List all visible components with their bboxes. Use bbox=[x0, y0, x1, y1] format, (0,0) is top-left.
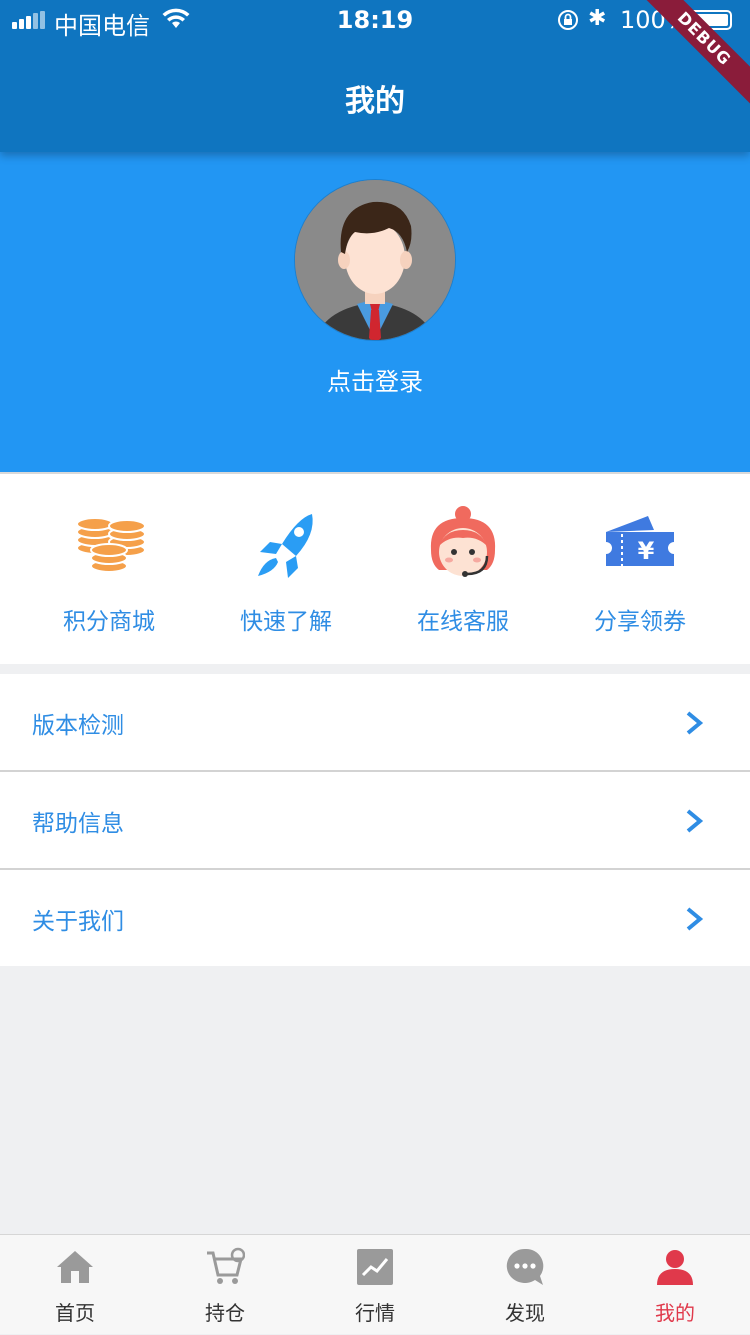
chevron-right-icon bbox=[686, 711, 704, 735]
status-bar: 中国电信 18:19 ✱ 100% bbox=[0, 0, 750, 40]
tab-label: 我的 bbox=[655, 1301, 695, 1325]
quick-action-online-service[interactable]: 在线客服 bbox=[374, 474, 552, 664]
tab-label: 行情 bbox=[355, 1301, 395, 1325]
tab-holdings[interactable]: 持仓 bbox=[150, 1235, 300, 1335]
tab-home[interactable]: 首页 bbox=[0, 1235, 150, 1335]
coupon-icon: ¥ bbox=[606, 516, 674, 566]
page-title: 我的 bbox=[345, 84, 405, 119]
list-item-label: 版本检测 bbox=[32, 713, 124, 739]
quick-action-label: 快速了解 bbox=[240, 609, 332, 635]
quick-actions: 积分商城 快速了解 在线客服 ¥ 分享领券 bbox=[0, 472, 750, 664]
home-icon bbox=[57, 1251, 93, 1283]
customer-service-icon bbox=[430, 506, 496, 577]
svg-text:¥: ¥ bbox=[638, 537, 655, 565]
bottom-tab-bar: 首页 持仓 行情 发现 我的 bbox=[0, 1234, 750, 1334]
user-icon bbox=[657, 1250, 693, 1285]
profile-header: 点击登录 bbox=[0, 152, 750, 472]
tab-market[interactable]: 行情 bbox=[300, 1235, 450, 1335]
quick-action-quick-start[interactable]: 快速了解 bbox=[197, 474, 375, 664]
list-item-about-us[interactable]: 关于我们 bbox=[0, 870, 750, 966]
list-item-help[interactable]: 帮助信息 bbox=[0, 772, 750, 870]
chat-bubble-icon bbox=[506, 1248, 544, 1285]
tab-label: 发现 bbox=[505, 1301, 545, 1325]
tab-mine[interactable]: 我的 bbox=[600, 1235, 750, 1335]
list-item-label: 帮助信息 bbox=[32, 811, 124, 837]
list-item-label: 关于我们 bbox=[32, 909, 124, 935]
chevron-right-icon bbox=[686, 907, 704, 931]
cart-icon bbox=[207, 1247, 245, 1284]
coins-icon bbox=[76, 517, 146, 573]
rocket-icon bbox=[258, 514, 313, 578]
tab-label: 持仓 bbox=[205, 1301, 245, 1325]
chevron-right-icon bbox=[686, 809, 704, 833]
quick-action-share-coupon[interactable]: ¥ 分享领券 bbox=[551, 474, 729, 664]
settings-list: 版本检测 帮助信息 关于我们 bbox=[0, 674, 750, 966]
list-item-version-check[interactable]: 版本检测 bbox=[0, 674, 750, 772]
tab-label: 首页 bbox=[55, 1301, 95, 1325]
quick-action-points-mall[interactable]: 积分商城 bbox=[20, 474, 198, 664]
app-bar: 中国电信 18:19 ✱ 100% DEBUG 我的 bbox=[0, 0, 750, 152]
login-button[interactable]: 点击登录 bbox=[0, 362, 750, 397]
avatar[interactable] bbox=[295, 180, 455, 340]
bluetooth-icon: ✱ bbox=[588, 6, 607, 31]
rotation-lock-icon bbox=[558, 10, 578, 30]
chart-icon bbox=[357, 1249, 393, 1285]
quick-action-label: 积分商城 bbox=[63, 609, 155, 635]
tab-discover[interactable]: 发现 bbox=[450, 1235, 600, 1335]
quick-action-label: 在线客服 bbox=[417, 609, 509, 635]
avatar-illustration bbox=[295, 180, 455, 340]
quick-action-label: 分享领券 bbox=[594, 609, 686, 635]
